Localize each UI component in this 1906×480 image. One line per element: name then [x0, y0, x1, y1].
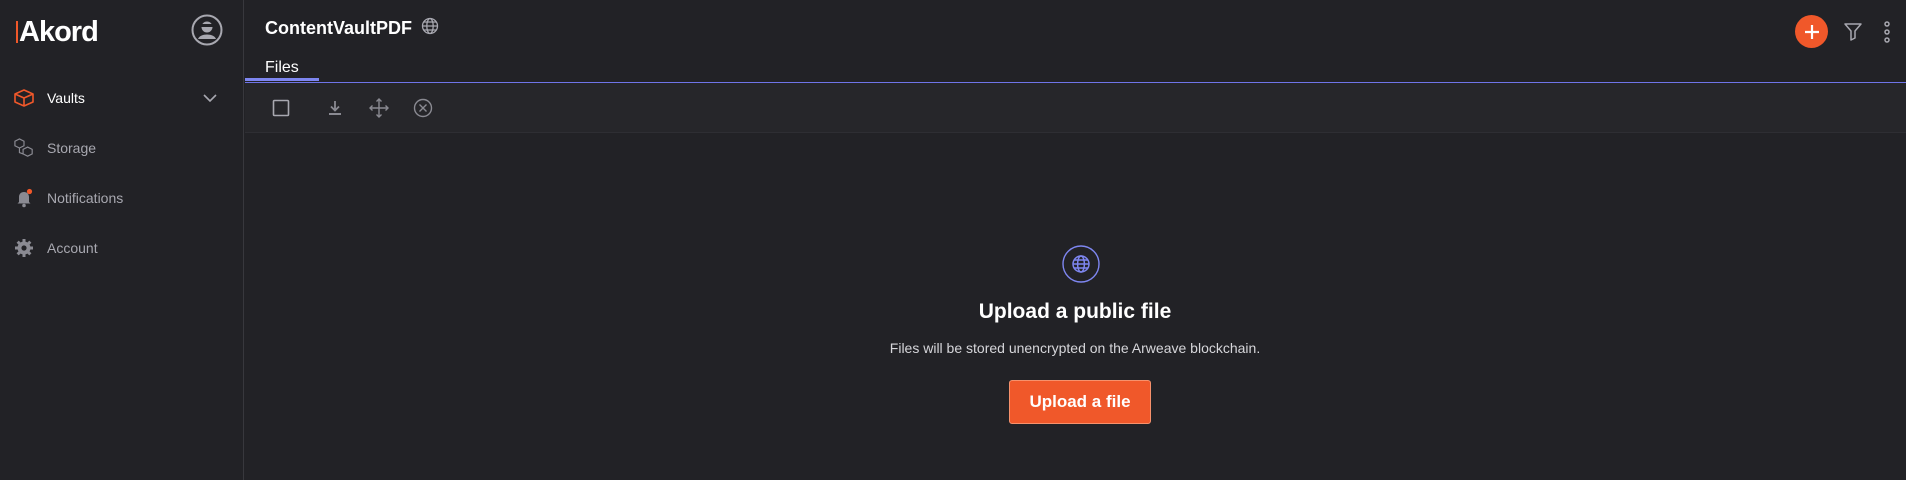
- empty-state: Upload a public file Files will be store…: [245, 133, 1906, 480]
- move-button[interactable]: [368, 97, 390, 119]
- empty-state-title: Upload a public file: [978, 300, 1172, 323]
- sidebar-item-label: Notifications: [47, 190, 124, 206]
- more-options-button[interactable]: [1880, 20, 1894, 44]
- vault-icon: [14, 88, 34, 108]
- logo-text: Akord: [19, 16, 99, 48]
- sidebar-item-label: Vaults: [47, 90, 85, 106]
- app-logo[interactable]: Akord: [16, 16, 99, 49]
- vault-title: ContentVaultPDF: [265, 17, 439, 40]
- remove-button[interactable]: [412, 97, 434, 119]
- gear-icon: [14, 238, 34, 258]
- empty-state-subtitle: Files will be stored unencrypted on the …: [889, 340, 1261, 356]
- more-vertical-icon: [1884, 21, 1890, 43]
- chevron-down-icon[interactable]: [203, 90, 217, 108]
- sidebar-item-account[interactable]: Account: [0, 223, 243, 273]
- select-all-checkbox[interactable]: [270, 97, 292, 119]
- add-button[interactable]: [1795, 15, 1828, 48]
- profile-avatar-button[interactable]: [191, 14, 223, 46]
- sidebar-item-storage[interactable]: Storage: [0, 123, 243, 173]
- sidebar: Akord Vaults Storage Notifications Accou…: [0, 0, 244, 480]
- page-title: ContentVaultPDF: [265, 18, 412, 38]
- user-avatar-icon: [191, 14, 223, 46]
- checkbox-icon: [272, 99, 290, 117]
- sidebar-item-label: Storage: [47, 140, 97, 156]
- bell-icon: [14, 188, 34, 208]
- storage-icon: [14, 138, 34, 158]
- download-icon: [329, 101, 341, 115]
- sidebar-item-label: Account: [47, 240, 98, 256]
- sidebar-nav: Vaults Storage Notifications Account: [0, 73, 243, 273]
- filter-button[interactable]: [1842, 20, 1864, 42]
- sidebar-item-vaults[interactable]: Vaults: [0, 73, 243, 123]
- sidebar-item-notifications[interactable]: Notifications: [0, 173, 243, 223]
- filter-icon: [1844, 23, 1862, 41]
- tab-files[interactable]: Files: [245, 58, 319, 81]
- tab-bar: Files: [245, 58, 1906, 83]
- upload-file-button[interactable]: Upload a file: [1009, 380, 1151, 424]
- remove-icon: [413, 98, 433, 118]
- page-header: ContentVaultPDF Files: [245, 0, 1906, 83]
- globe-icon: [421, 17, 439, 40]
- move-icon: [369, 98, 389, 118]
- plus-icon: [1804, 24, 1819, 39]
- files-toolbar: [245, 83, 1906, 133]
- globe-icon: [1062, 245, 1100, 283]
- download-button[interactable]: [324, 97, 346, 119]
